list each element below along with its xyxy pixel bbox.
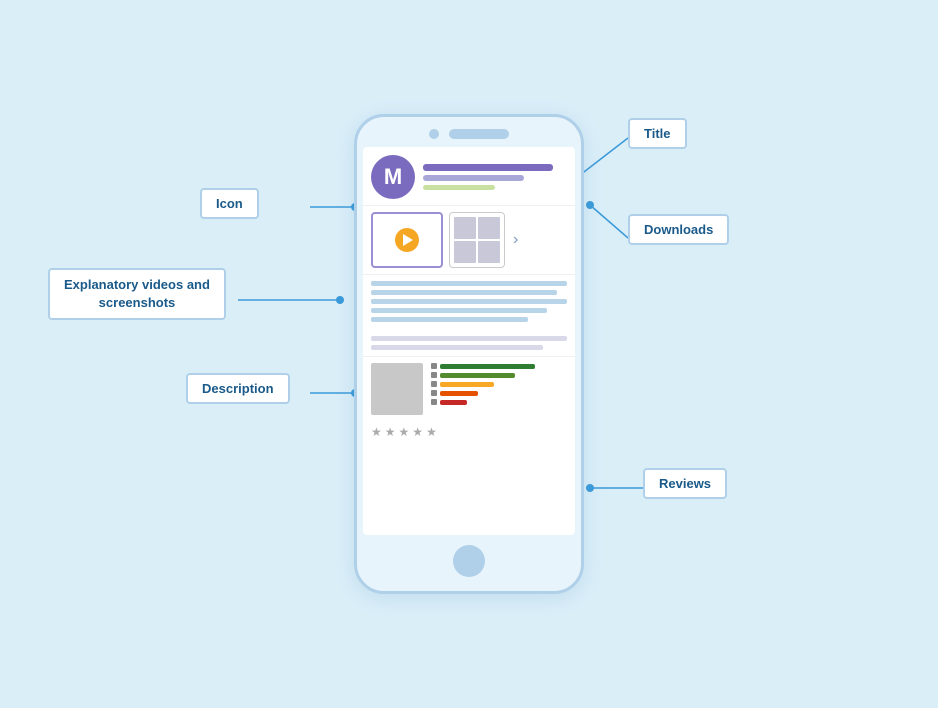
desc-line-3 <box>371 299 567 304</box>
downloads-label-text: Downloads <box>644 222 713 237</box>
review-dot-5 <box>431 399 437 405</box>
phone-screen: M › <box>363 147 575 535</box>
screenshot-cell-2 <box>478 217 500 239</box>
review-dot-4 <box>431 390 437 396</box>
review-dot-2 <box>431 372 437 378</box>
app-header: M <box>363 147 575 206</box>
downloads-label: Downloads <box>628 214 729 245</box>
explanatory-label-text: Explanatory videos andscreenshots <box>64 277 210 310</box>
chevron-right-icon: › <box>513 231 518 249</box>
app-title-bar <box>423 164 553 171</box>
star-5: ★ <box>426 425 437 439</box>
screenshot-thumbnail <box>449 212 505 268</box>
description-label-text: Description <box>202 381 274 396</box>
review-bar-2 <box>440 373 515 378</box>
screenshot-cell-3 <box>454 241 476 263</box>
review-bar-row-3 <box>431 381 567 387</box>
review-bar-row-4 <box>431 390 567 396</box>
screenshots-section: › <box>363 206 575 275</box>
review-image <box>371 363 423 415</box>
screenshot-cell-1 <box>454 217 476 239</box>
phone-mockup: M › <box>354 114 584 594</box>
icon-label: Icon <box>200 188 259 219</box>
play-button <box>395 228 419 252</box>
star-3: ★ <box>399 425 410 439</box>
desc-line-5 <box>371 317 528 322</box>
description-section <box>363 275 575 357</box>
desc-line-7 <box>371 345 543 350</box>
review-bar-1 <box>440 364 535 369</box>
desc-line-2 <box>371 290 557 295</box>
reviews-label: Reviews <box>643 468 727 499</box>
stars-row: ★ ★ ★ ★ ★ <box>363 425 575 439</box>
review-bar-row-2 <box>431 372 567 378</box>
review-dot-3 <box>431 381 437 387</box>
reviews-label-text: Reviews <box>659 476 711 491</box>
screenshot-cell-4 <box>478 241 500 263</box>
review-bar-5 <box>440 400 467 405</box>
review-bar-row-5 <box>431 399 567 405</box>
phone-top-bar <box>357 117 581 147</box>
phone-speaker <box>449 129 509 139</box>
app-icon: M <box>371 155 415 199</box>
icon-label-text: Icon <box>216 196 243 211</box>
star-2: ★ <box>385 425 396 439</box>
desc-line-4 <box>371 308 547 313</box>
review-bar-row-1 <box>431 363 567 369</box>
phone-dot <box>429 129 439 139</box>
app-subtitle-bar <box>423 175 524 181</box>
star-1: ★ <box>371 425 382 439</box>
star-4: ★ <box>412 425 423 439</box>
app-downloads-bar <box>423 185 495 190</box>
title-label-text: Title <box>644 126 671 141</box>
title-label: Title <box>628 118 687 149</box>
reviews-section <box>363 357 575 421</box>
desc-line-1 <box>371 281 567 286</box>
app-icon-letter: M <box>384 164 402 190</box>
review-bars <box>431 363 567 415</box>
app-info <box>423 164 567 190</box>
review-dot-1 <box>431 363 437 369</box>
review-bar-4 <box>440 391 478 396</box>
phone-home-button <box>453 545 485 577</box>
play-triangle-icon <box>403 234 413 246</box>
description-label: Description <box>186 373 290 404</box>
desc-line-6 <box>371 336 567 341</box>
review-bar-3 <box>440 382 494 387</box>
video-thumbnail <box>371 212 443 268</box>
phone-bottom <box>357 535 581 591</box>
explanatory-label: Explanatory videos andscreenshots <box>48 268 226 320</box>
